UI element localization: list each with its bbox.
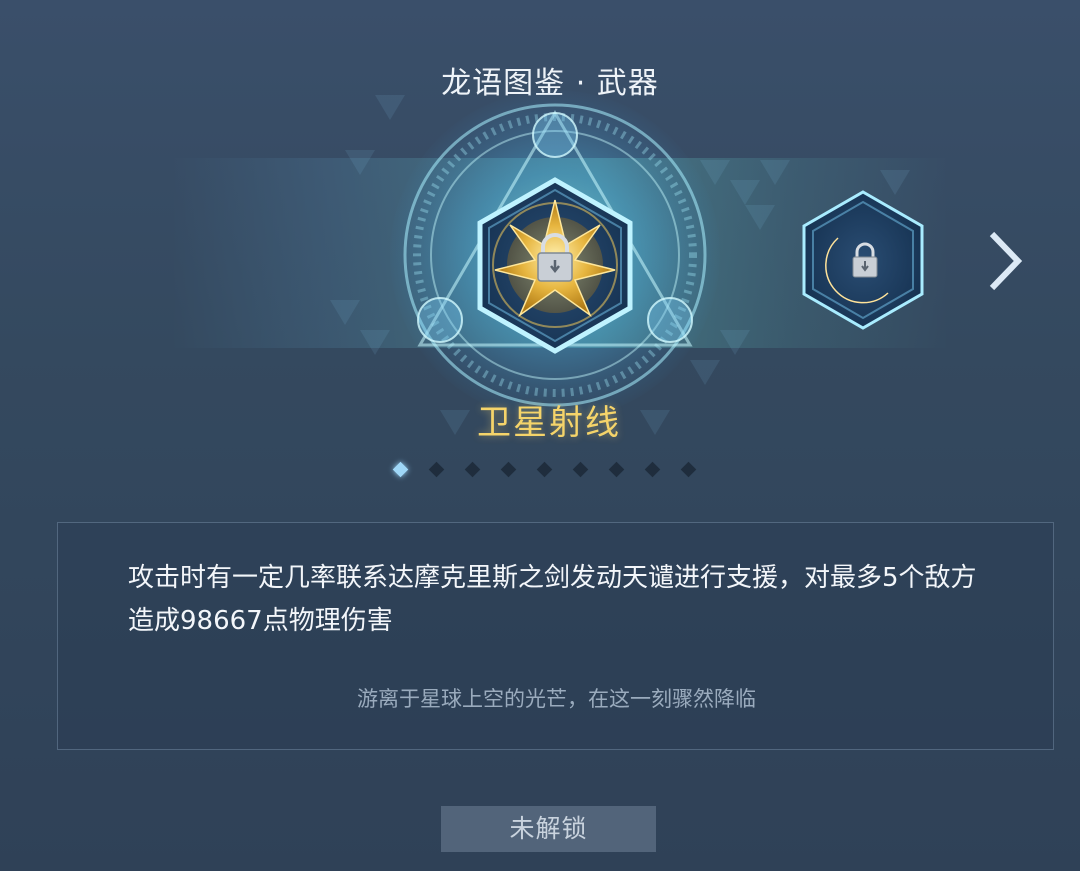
page-dot[interactable] (644, 461, 661, 478)
page-dot[interactable] (536, 461, 553, 478)
page-dot-active[interactable] (392, 461, 409, 478)
weapon-name: 卫星射线 (477, 403, 621, 443)
crescent-weapon-icon[interactable] (798, 188, 928, 333)
effect-description: 攻击时有一定几率联系达摩克里斯之剑发动天谴进行支援，对最多5个敌方造成98667… (128, 563, 977, 636)
page-dot[interactable] (680, 461, 697, 478)
page-dot[interactable] (464, 461, 481, 478)
satellite-ray-weapon-icon[interactable] (390, 95, 720, 425)
page-dot[interactable] (500, 461, 517, 478)
page-indicator (392, 460, 697, 480)
chevron-right-icon[interactable] (980, 228, 1030, 294)
flavor-text: 游离于星球上空的光芒，在这一刻骤然降临 (357, 687, 756, 711)
locked-status-button[interactable]: 未解锁 (441, 806, 656, 852)
page-dot[interactable] (608, 461, 625, 478)
page-dot[interactable] (572, 461, 589, 478)
page-dot[interactable] (428, 461, 445, 478)
description-panel: 攻击时有一定几率联系达摩克里斯之剑发动天谴进行支援，对最多5个敌方造成98667… (57, 522, 1054, 750)
